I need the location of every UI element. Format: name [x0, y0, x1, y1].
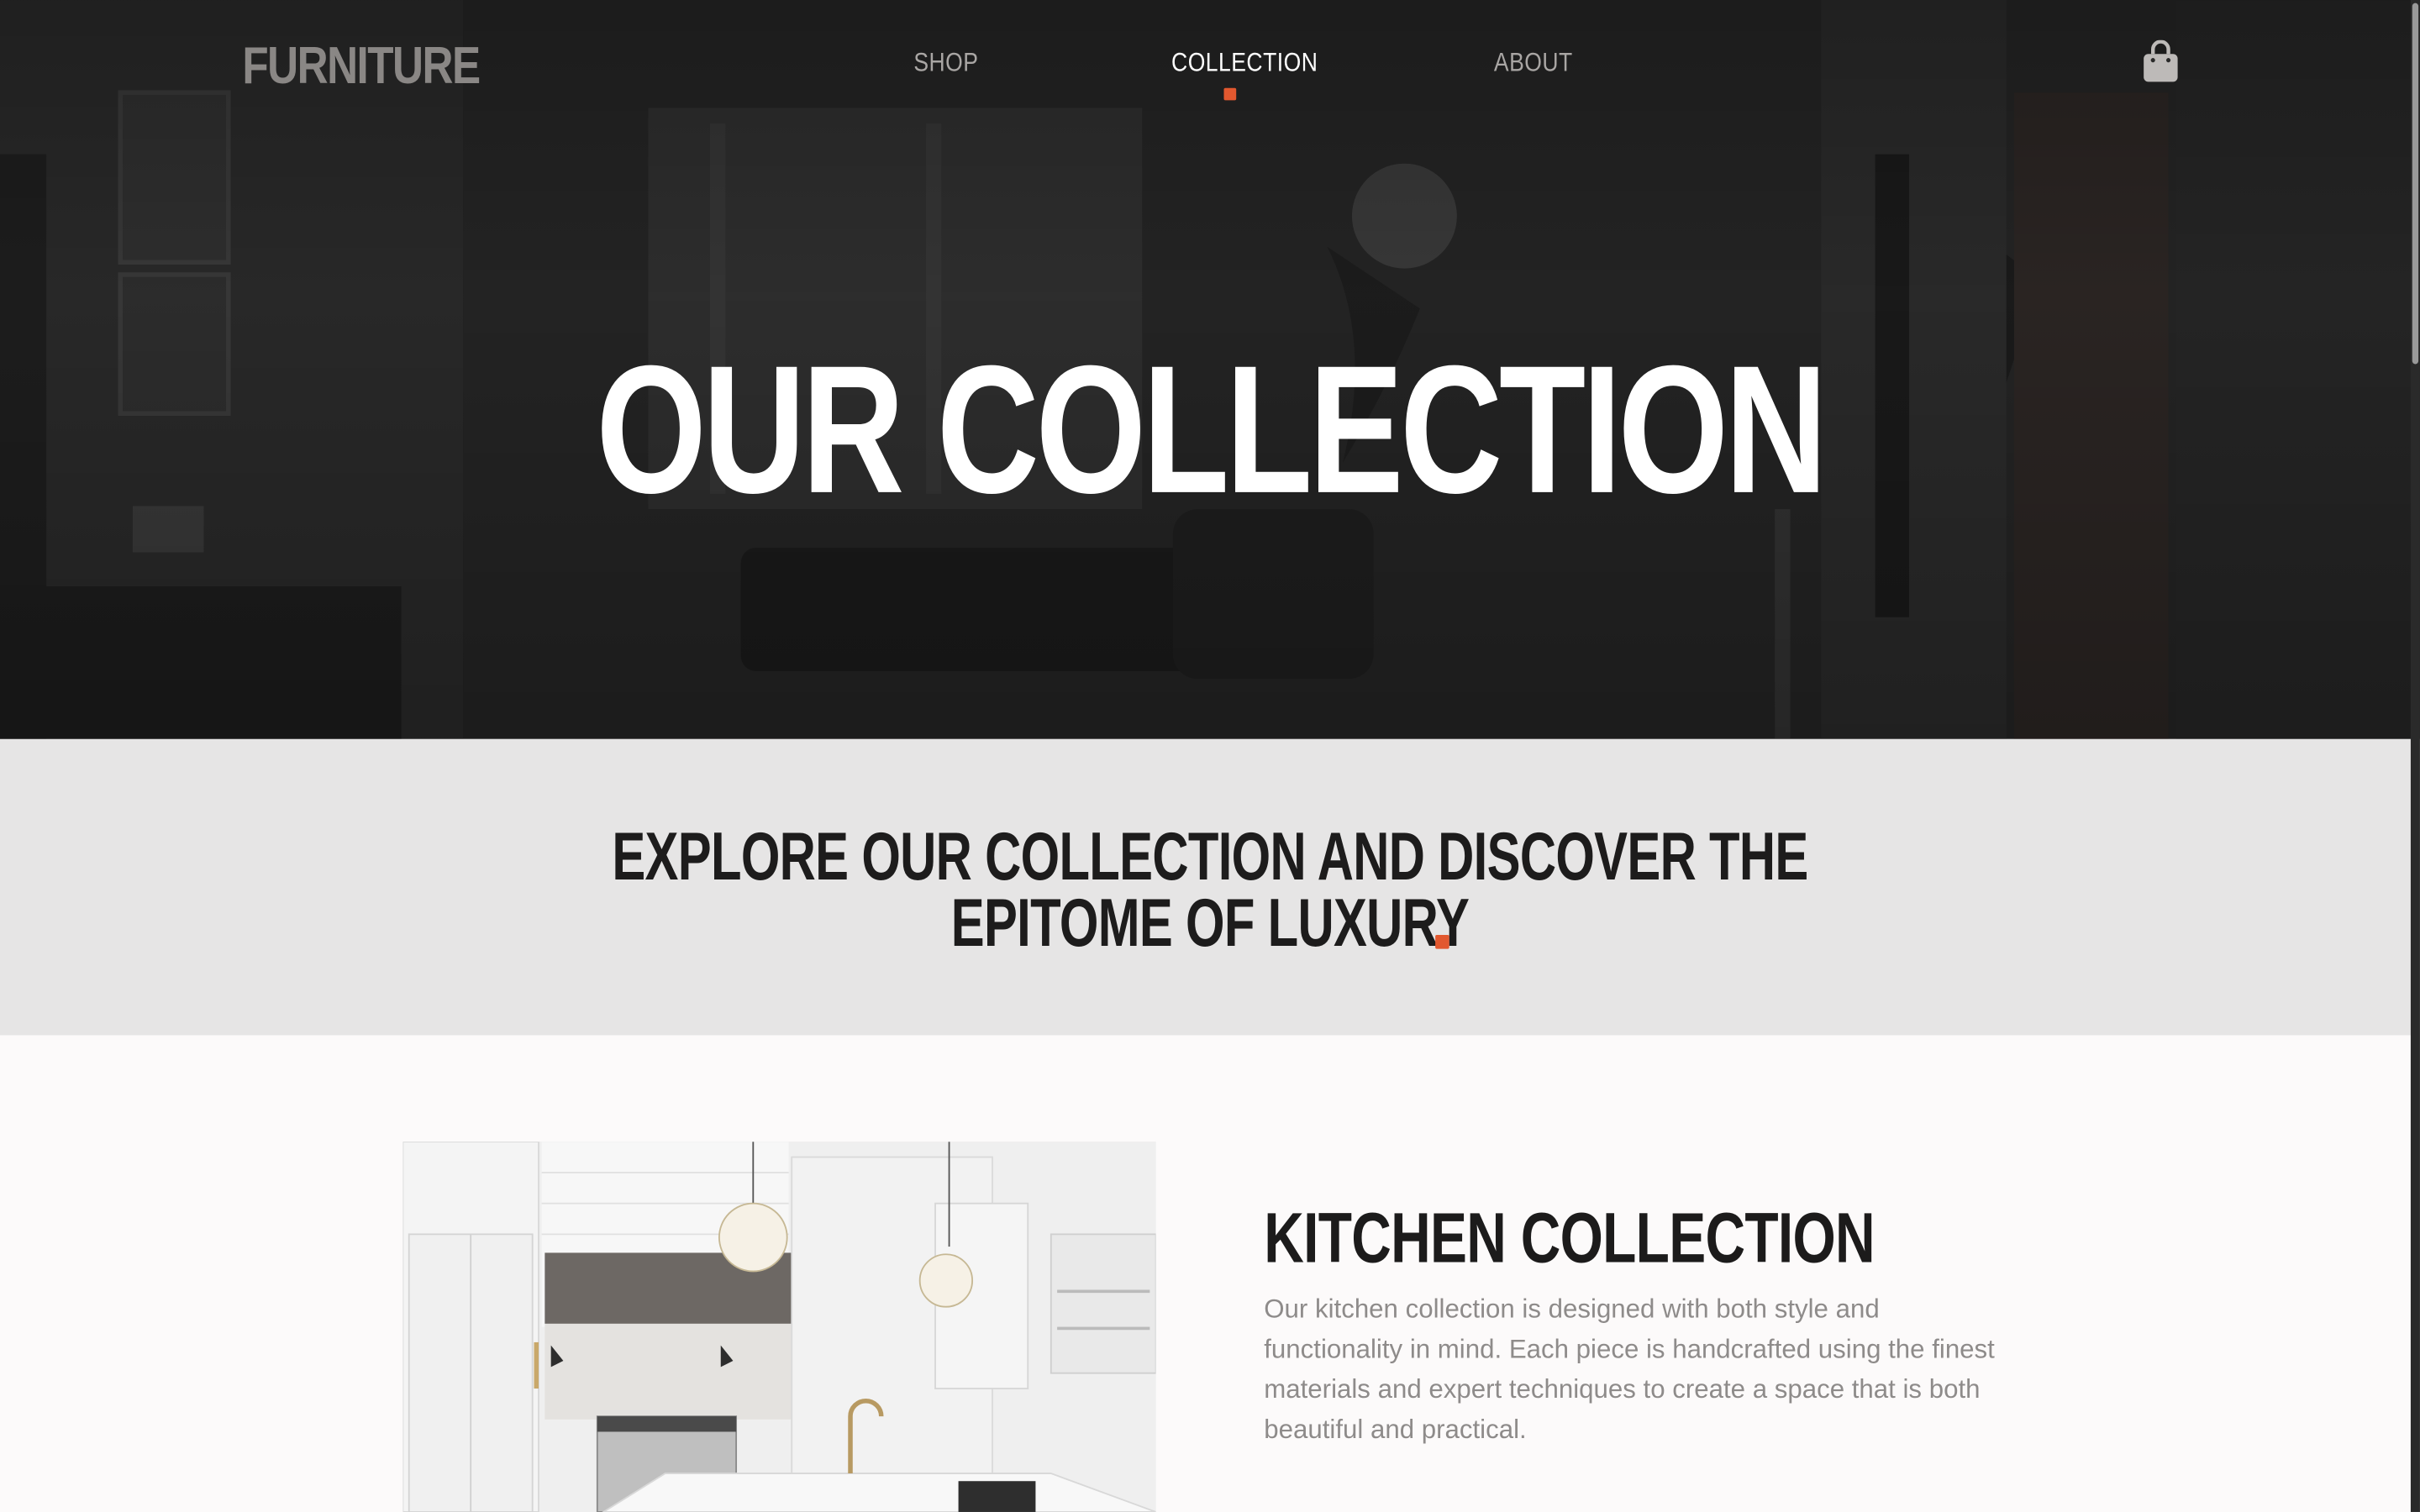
accent-dot [1435, 935, 1449, 949]
nav-item-collection[interactable]: COLLECTION [1171, 48, 1318, 79]
active-indicator-dot [1223, 87, 1237, 101]
hero-section: FURNITURE SHOP COLLECTION ABOUT OUR COLL… [0, 0, 2420, 739]
explore-heading-line-1: EXPLORE OUR COLLECTION AND DISCOVER THE [612, 819, 1808, 895]
page-scrollbar[interactable] [2410, 0, 2420, 1512]
nav-item-about[interactable]: ABOUT [1494, 48, 1573, 79]
kitchen-collection-description: Our kitchen collection is designed with … [1264, 1294, 1995, 1445]
page: FURNITURE SHOP COLLECTION ABOUT OUR COLL… [0, 0, 2420, 1512]
kitchen-collection-image [402, 1142, 1156, 1512]
kitchen-collection-title: KITCHEN COLLECTION [1264, 1197, 1875, 1278]
shopping-bag-icon[interactable] [2142, 39, 2179, 83]
scrollbar-thumb[interactable] [2412, 3, 2419, 365]
nav-item-shop[interactable]: SHOP [913, 48, 978, 79]
hero-title: OUR COLLECTION [596, 328, 1828, 533]
explore-heading-line-2: EPITOME OF LUXURY [950, 885, 1470, 962]
logo[interactable]: FURNITURE [242, 37, 481, 97]
